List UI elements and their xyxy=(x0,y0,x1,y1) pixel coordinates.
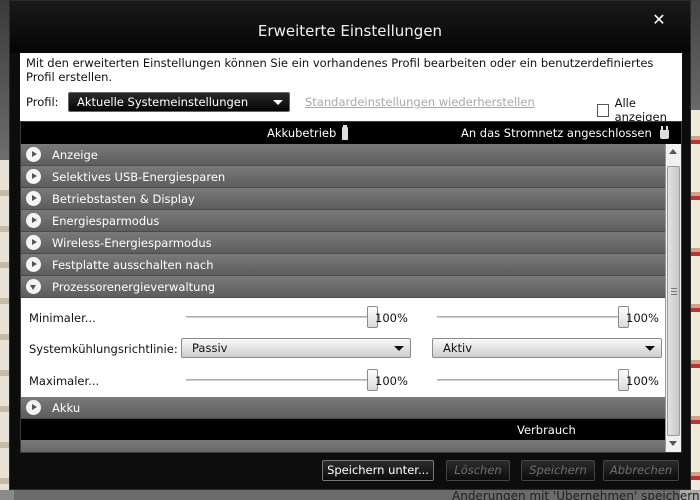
category-label: Prozessorenergieverwaltung xyxy=(52,279,216,294)
column-plugged-label: An das Stromnetz angeschlossen xyxy=(461,126,652,140)
show-all-label: Alle anzeigen xyxy=(614,96,667,124)
grip-line xyxy=(671,291,677,292)
scrollbar-thumb[interactable] xyxy=(667,166,680,436)
column-battery: Akkubetrieb xyxy=(267,124,349,140)
category-row-processor[interactable]: Prozessorenergieverwaltung xyxy=(21,276,665,298)
chevron-down-icon xyxy=(273,100,283,105)
minimal-plugged-value: 100% xyxy=(626,311,659,325)
chevron-down-icon xyxy=(645,346,655,351)
plug-icon xyxy=(659,126,669,139)
category-row-partial[interactable] xyxy=(21,440,665,452)
maximal-label: Maximaler... xyxy=(29,374,100,388)
save-as-button[interactable]: Speichern unter... xyxy=(322,460,434,481)
advanced-settings-dialog: Erweiterte Einstellungen ✕ Mit den erwei… xyxy=(9,0,691,490)
cooling-battery-value: Passiv xyxy=(192,341,228,355)
dialog-title: Erweiterte Einstellungen xyxy=(257,22,443,40)
slider-track xyxy=(437,316,629,318)
restore-defaults-link[interactable]: Standardeinstellungen wiederherstellen xyxy=(305,95,535,109)
category-row-sleep[interactable]: Energiesparmodus xyxy=(21,210,665,232)
maximal-battery-slider[interactable] xyxy=(186,369,378,391)
category-row-akku[interactable]: Akku xyxy=(21,397,665,419)
collapse-arrow-icon xyxy=(26,279,41,294)
category-label: Selektives USB-Energiesparen xyxy=(52,169,226,184)
cooling-battery-dropdown[interactable]: Passiv xyxy=(181,338,411,358)
delete-button[interactable]: Löschen xyxy=(446,460,510,481)
grip-line xyxy=(671,294,677,295)
sub-header-consumption: Verbrauch xyxy=(21,419,665,440)
close-icon[interactable]: ✕ xyxy=(650,11,668,29)
grip-line xyxy=(671,288,677,289)
category-label: Wireless-Energiesparmodus xyxy=(52,235,212,250)
category-label: Festplatte ausschalten nach xyxy=(52,257,214,272)
expand-arrow-icon xyxy=(26,213,41,228)
expand-arrow-icon xyxy=(26,400,41,415)
profile-label: Profil: xyxy=(26,95,59,109)
minimal-battery-slider[interactable] xyxy=(186,306,378,328)
chevron-down-icon xyxy=(394,346,404,351)
processor-settings: Minimaler... 100% 100% Systemkühlungsric… xyxy=(21,298,665,397)
category-list: Anzeige Selektives USB-Energiesparen Bet… xyxy=(21,144,665,452)
battery-icon xyxy=(342,124,349,140)
slider-track xyxy=(186,316,378,318)
checkbox-box[interactable] xyxy=(597,103,609,117)
column-plugged: An das Stromnetz angeschlossen xyxy=(461,126,669,140)
maximal-plugged-value: 100% xyxy=(626,374,659,388)
profile-dropdown-value: Aktuelle Systemeinstellungen xyxy=(77,95,249,109)
category-label: Betriebstasten & Display xyxy=(52,191,195,206)
maximal-plugged-slider[interactable] xyxy=(437,369,629,391)
profile-area: Mit den erweiterten Einstellungen können… xyxy=(20,53,682,124)
vertical-scrollbar[interactable] xyxy=(665,144,681,452)
title-bar: Erweiterte Einstellungen ✕ xyxy=(10,1,690,53)
expand-arrow-icon xyxy=(26,147,41,162)
cooling-label: Systemkühlungsrichtlinie: xyxy=(29,342,178,356)
cooling-plugged-value: Aktiv xyxy=(443,341,473,355)
category-label: Anzeige xyxy=(52,147,98,162)
minimal-battery-value: 100% xyxy=(375,311,408,325)
expand-arrow-icon xyxy=(26,257,41,272)
category-row-anzeige[interactable]: Anzeige xyxy=(21,144,665,166)
expand-arrow-icon xyxy=(26,169,41,184)
category-label: Energiesparmodus xyxy=(52,213,160,228)
description-text: Mit den erweiterten Einstellungen können… xyxy=(26,56,654,84)
settings-table: Akkubetrieb An das Stromnetz angeschloss… xyxy=(20,121,682,453)
background-hint-text: Änderungen mit 'Übernehmen' speichern xyxy=(452,489,700,500)
minimal-label: Minimaler... xyxy=(29,311,96,325)
save-button[interactable]: Speichern xyxy=(521,460,595,481)
minimal-plugged-slider[interactable] xyxy=(437,306,629,328)
expand-arrow-icon xyxy=(26,235,41,250)
cooling-plugged-dropdown[interactable]: Aktiv xyxy=(432,338,662,358)
expand-arrow-icon xyxy=(26,191,41,206)
scroll-up-icon[interactable] xyxy=(666,144,681,160)
category-row-buttons-display[interactable]: Betriebstasten & Display xyxy=(21,188,665,210)
column-battery-label: Akkubetrieb xyxy=(267,126,337,140)
show-all-checkbox[interactable]: Alle anzeigen xyxy=(597,96,682,124)
slider-track xyxy=(186,379,378,381)
sub-header-label: Verbrauch xyxy=(517,423,576,437)
category-row-usb[interactable]: Selektives USB-Energiesparen xyxy=(21,166,665,188)
maximal-battery-value: 100% xyxy=(375,374,408,388)
column-header: Akkubetrieb An das Stromnetz angeschloss… xyxy=(21,122,681,144)
category-row-wireless[interactable]: Wireless-Energiesparmodus xyxy=(21,232,665,254)
category-label: Akku xyxy=(52,400,81,415)
slider-track xyxy=(437,379,629,381)
scroll-down-icon[interactable] xyxy=(666,436,681,452)
category-row-harddisk[interactable]: Festplatte ausschalten nach xyxy=(21,254,665,276)
cancel-button[interactable]: Abbrechen xyxy=(603,460,679,481)
profile-dropdown[interactable]: Aktuelle Systemeinstellungen xyxy=(68,92,290,112)
